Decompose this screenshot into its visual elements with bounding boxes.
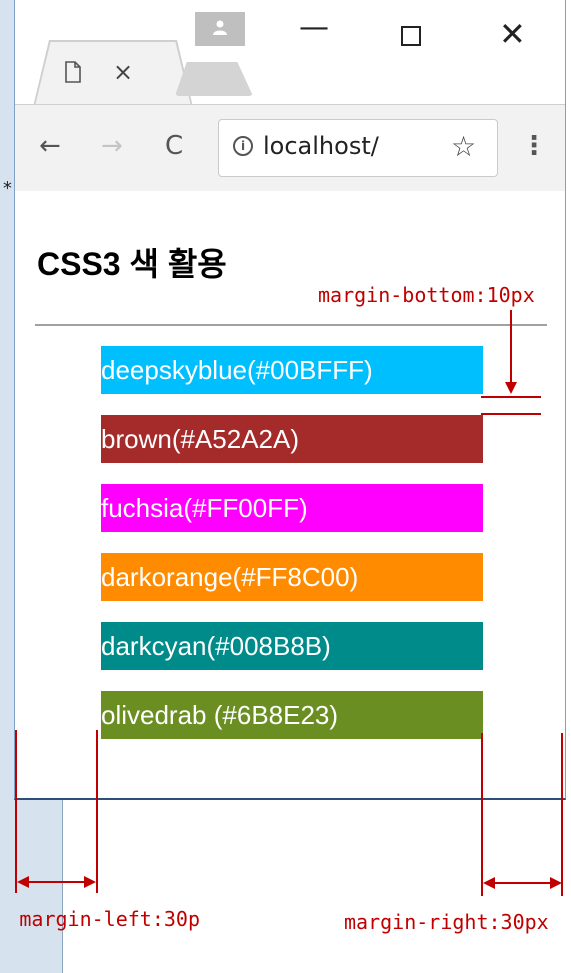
browser-toolbar: ← → C i localhost/ ☆ ⋮ (15, 104, 565, 192)
document-icon (65, 61, 81, 83)
margin-right-arrow-line (486, 882, 558, 884)
color-item-deepskyblue: deepskyblue(#00BFFF) (101, 346, 483, 394)
back-button[interactable]: ← (39, 131, 61, 161)
color-item-fuchsia: fuchsia(#FF00FF) (101, 484, 483, 532)
browser-window: × — ✕ ← → C i localhost/ ☆ ⋮ CSS3 색 활용 d… (14, 0, 566, 800)
maximize-button[interactable] (401, 26, 421, 46)
color-list: deepskyblue(#00BFFF) brown(#A52A2A) fuch… (101, 346, 483, 760)
margin-right-guide-outer (561, 733, 563, 896)
tab-close-button[interactable]: × (113, 58, 133, 86)
margin-right-arrowhead-right (550, 877, 562, 889)
margin-left-guide-outer (15, 730, 17, 893)
menu-button[interactable]: ⋮ (521, 131, 547, 161)
new-tab-button[interactable] (175, 62, 253, 96)
forward-button[interactable]: → (101, 131, 123, 161)
margin-left-guide-inner (96, 730, 98, 893)
profile-avatar[interactable] (195, 12, 245, 46)
address-bar[interactable]: i localhost/ ☆ (218, 119, 498, 177)
margin-bottom-arrow-line (510, 310, 512, 386)
bookmark-star-icon[interactable]: ☆ (451, 130, 476, 163)
margin-left-arrowhead-right (84, 876, 96, 888)
info-icon[interactable]: i (233, 136, 253, 156)
title-bar: × — ✕ (15, 0, 565, 107)
url-text[interactable]: localhost/ (263, 132, 433, 160)
margin-right-arrowhead-left (483, 877, 495, 889)
margin-bottom-annotation: margin-bottom:10px (318, 283, 535, 307)
margin-bottom-arrowhead (505, 382, 517, 394)
margin-bottom-line-top (481, 396, 541, 398)
color-item-darkcyan: darkcyan(#008B8B) (101, 622, 483, 670)
reload-button[interactable]: C (165, 131, 183, 161)
background-star: * (2, 178, 13, 199)
margin-left-annotation: margin-left:30p (19, 907, 200, 931)
margin-left-arrowhead-left (17, 876, 29, 888)
margin-right-guide-inner (481, 733, 483, 896)
close-window-button[interactable]: ✕ (499, 18, 526, 50)
margin-left-arrow-line (20, 881, 92, 883)
minimize-button[interactable]: — (299, 13, 329, 43)
color-item-olivedrab: olivedrab (#6B8E23) (101, 691, 483, 739)
page-title: CSS3 색 활용 (37, 246, 227, 282)
horizontal-rule (35, 324, 547, 326)
user-icon (213, 20, 227, 35)
margin-right-annotation: margin-right:30px (344, 910, 549, 934)
margin-bottom-line-bottom (481, 413, 541, 415)
color-item-darkorange: darkorange(#FF8C00) (101, 553, 483, 601)
color-item-brown: brown(#A52A2A) (101, 415, 483, 463)
